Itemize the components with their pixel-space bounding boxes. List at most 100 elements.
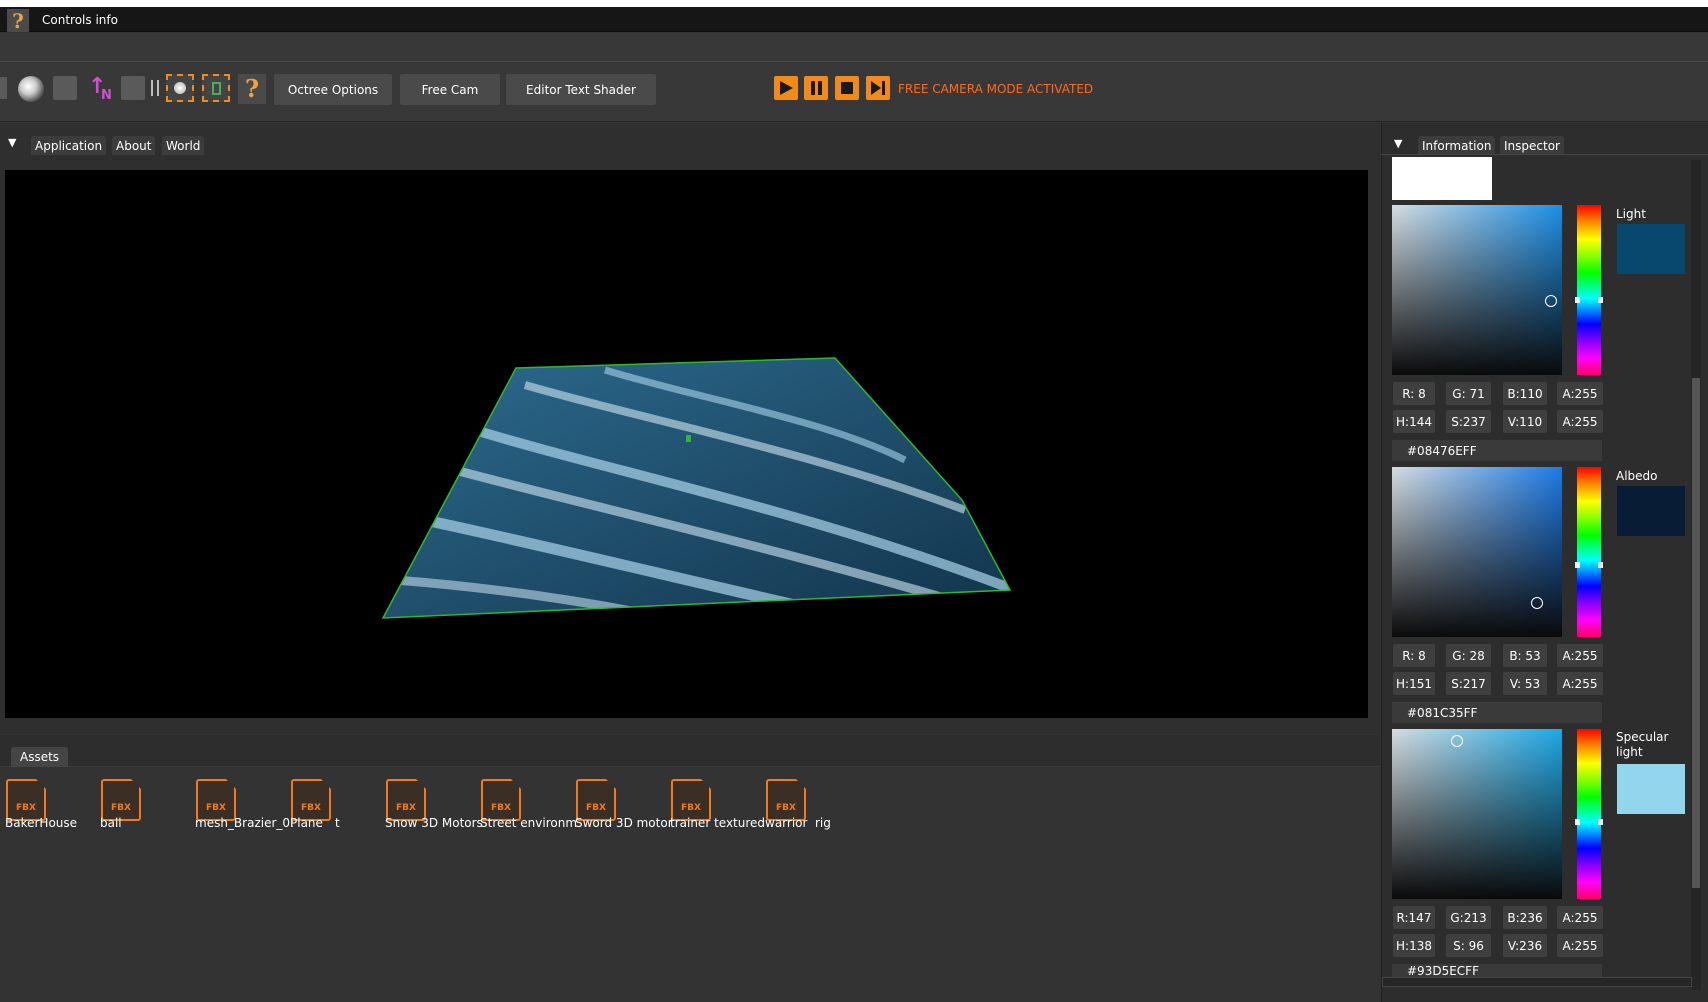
- collapse-triangle-icon-right[interactable]: ▼: [1394, 137, 1402, 150]
- play-button[interactable]: [774, 76, 798, 100]
- albedo-color-field[interactable]: [1392, 467, 1562, 637]
- fbx-file-icon: FBX: [576, 779, 616, 821]
- blank-toolbar-button[interactable]: [53, 76, 77, 100]
- specular-v-field[interactable]: V:236: [1503, 934, 1547, 957]
- menu-bar: [0, 7, 1708, 32]
- asset-label: ball: [100, 816, 122, 830]
- albedo-v-field[interactable]: V: 53: [1503, 672, 1547, 695]
- albedo-g-field[interactable]: G: 28: [1446, 644, 1491, 667]
- scrollbar-thumb[interactable]: [1692, 378, 1700, 888]
- fbx-file-icon: FBX: [386, 779, 426, 821]
- albedo-a2-field[interactable]: A:255: [1557, 672, 1603, 695]
- stop-button[interactable]: [835, 76, 859, 100]
- fbx-file-icon: FBX: [291, 779, 331, 821]
- camera-status-text: FREE CAMERA MODE ACTIVATED: [898, 82, 1094, 96]
- specular-color-field[interactable]: [1392, 729, 1562, 899]
- step-button[interactable]: [866, 76, 890, 100]
- tab-information[interactable]: Information: [1418, 136, 1496, 155]
- small-sphere-icon: [174, 82, 186, 94]
- collapse-triangle-icon[interactable]: ▼: [8, 136, 16, 149]
- specular-hue-slider[interactable]: [1575, 729, 1603, 899]
- light-label: Light: [1616, 207, 1646, 221]
- scene-gizmo: [686, 435, 691, 442]
- light-v-field[interactable]: V:110: [1503, 410, 1547, 433]
- terrain-render: [381, 357, 1012, 619]
- specular-b-field[interactable]: B:236: [1503, 906, 1547, 929]
- light-a-field[interactable]: A:255: [1557, 382, 1603, 405]
- tab-inspector[interactable]: Inspector: [1500, 136, 1564, 155]
- specular-g-field[interactable]: G:213: [1446, 906, 1491, 929]
- specular-picker-cursor[interactable]: [1451, 735, 1463, 747]
- bounding-box-sphere-icon[interactable]: [166, 74, 194, 102]
- sphere-icon[interactable]: [18, 76, 44, 102]
- hue-marker[interactable]: [1575, 297, 1603, 303]
- normals-icon-label: N: [101, 88, 112, 103]
- light-h-field[interactable]: H:144: [1393, 410, 1435, 433]
- asset-label: BakerHouse: [5, 816, 78, 830]
- albedo-swatch[interactable]: [1617, 486, 1685, 536]
- specular-swatch[interactable]: [1617, 764, 1685, 814]
- light-r-field[interactable]: R: 8: [1393, 382, 1435, 405]
- free-cam-button[interactable]: Free Cam: [400, 74, 500, 105]
- asset-label: trainer textured: [670, 816, 766, 830]
- specular-s-field[interactable]: S: 96: [1446, 934, 1491, 957]
- menu-controls-info[interactable]: Controls info: [42, 13, 118, 27]
- light-picker-cursor[interactable]: [1545, 295, 1557, 307]
- aabb-icon: [212, 82, 221, 95]
- light-s-field[interactable]: S:237: [1446, 410, 1491, 433]
- hue-marker[interactable]: [1575, 562, 1603, 568]
- blank-toolbar-button-2[interactable]: [121, 76, 145, 100]
- hue-marker[interactable]: [1575, 819, 1603, 825]
- help-question-icon[interactable]: ?: [238, 74, 266, 104]
- assets-tab-bar: [0, 735, 1380, 767]
- light-hue-slider[interactable]: [1575, 205, 1603, 375]
- light-swatch[interactable]: [1617, 224, 1685, 274]
- fbx-file-icon: FBX: [766, 779, 806, 821]
- inspector-horizontal-scrollbar[interactable]: [1382, 977, 1692, 987]
- octree-options-button[interactable]: Octree Options: [274, 74, 392, 105]
- asset-label: mesh_Brazier_0:: [195, 816, 295, 830]
- light-g-field[interactable]: G: 71: [1446, 382, 1491, 405]
- specular-hex-field[interactable]: #93D5ECFF: [1392, 964, 1602, 977]
- fbx-file-icon: FBX: [196, 779, 236, 821]
- pause-button[interactable]: [804, 76, 828, 100]
- asset-label: Snow 3D Motors: [385, 816, 483, 830]
- light-b-field[interactable]: B:110: [1503, 382, 1547, 405]
- specular-h-field[interactable]: H:138: [1393, 934, 1435, 957]
- albedo-hue-slider[interactable]: [1575, 467, 1603, 637]
- pause-icon: [811, 81, 822, 95]
- step-forward-icon: [871, 81, 885, 95]
- tab-assets[interactable]: Assets: [11, 747, 69, 767]
- question-mark-icon[interactable]: ?: [7, 9, 29, 32]
- editor-text-shader-button[interactable]: Editor Text Shader: [506, 74, 656, 105]
- light-a2-field[interactable]: A:255: [1557, 410, 1603, 433]
- specular-r-field[interactable]: R:147: [1393, 906, 1435, 929]
- tab-world[interactable]: World: [162, 136, 205, 155]
- albedo-s-field[interactable]: S:217: [1446, 672, 1491, 695]
- albedo-b-field[interactable]: B: 53: [1503, 644, 1547, 667]
- white-color-swatch[interactable]: [1392, 157, 1492, 200]
- specular-a2-field[interactable]: A:255: [1557, 934, 1603, 957]
- tab-divider: [1381, 154, 1708, 155]
- toolbar-partial-icon[interactable]: [0, 77, 7, 99]
- albedo-h-field[interactable]: H:151: [1393, 672, 1435, 695]
- albedo-r-field[interactable]: R: 8: [1393, 644, 1435, 667]
- bounding-box-icon[interactable]: [202, 74, 230, 102]
- fbx-file-icon: FBX: [101, 779, 141, 821]
- sub-toolbar-strip: [0, 33, 1708, 62]
- albedo-hex-field[interactable]: #081C35FF: [1392, 702, 1602, 723]
- normals-icon[interactable]: ↑ N: [86, 74, 116, 104]
- grid-lines-icon[interactable]: [151, 80, 159, 96]
- light-hex-field[interactable]: #08476EFF: [1392, 440, 1602, 461]
- albedo-picker-cursor[interactable]: [1531, 597, 1543, 609]
- albedo-a-field[interactable]: A:255: [1557, 644, 1603, 667]
- specular-label: Specular light: [1616, 730, 1669, 759]
- tab-application[interactable]: Application: [31, 136, 107, 155]
- tab-about[interactable]: About: [112, 136, 156, 155]
- albedo-label: Albedo: [1616, 469, 1658, 483]
- scene-viewport[interactable]: [5, 170, 1368, 718]
- light-color-field[interactable]: [1392, 205, 1562, 375]
- stop-icon: [841, 82, 853, 94]
- asset-label: warrior: [765, 816, 808, 830]
- specular-a-field[interactable]: A:255: [1557, 906, 1603, 929]
